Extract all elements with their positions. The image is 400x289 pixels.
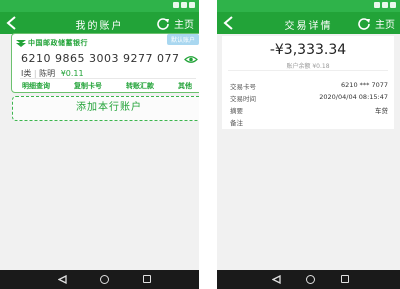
nav-home-icon[interactable] — [306, 275, 315, 284]
detail-row-time: 交易时间 2020/04/04 08:15:47 — [230, 93, 388, 103]
add-account-button[interactable]: 添加本行账户 — [12, 96, 199, 121]
refresh-icon[interactable] — [357, 16, 371, 30]
bank-card[interactable]: 中国邮政储蓄银行 默认账户 6210 9865 3003 9277 077 I类… — [11, 33, 199, 93]
detail-label: 交易时间 — [230, 95, 256, 103]
home-button[interactable]: 主页 — [156, 15, 194, 31]
status-bar — [0, 0, 199, 12]
app-header: 交易详情 主页 — [217, 12, 400, 34]
card-number: 6210 9865 3003 9277 077 — [21, 52, 180, 65]
detail-value: 车贷 — [375, 107, 388, 115]
detail-label: 摘要 — [230, 107, 243, 115]
nav-back-icon[interactable] — [272, 275, 281, 284]
detail-label: 备注 — [230, 119, 243, 127]
refresh-icon[interactable] — [156, 16, 170, 30]
account-holder: 陈明 — [39, 69, 56, 78]
nav-recent-icon[interactable] — [341, 275, 349, 283]
status-icons — [173, 2, 195, 10]
app-header: 我的账户 主页 — [0, 12, 199, 34]
detail-row-note: 备注 — [230, 117, 388, 127]
status-bar — [217, 0, 400, 12]
nav-bar — [217, 270, 400, 289]
detail-divider — [228, 70, 388, 71]
home-label: 主页 — [174, 19, 194, 31]
transaction-detail-screen: 交易详情 主页 -¥3,333.34 账户余额 ¥0.18 交易卡号 6210 … — [217, 0, 400, 289]
other-button[interactable]: 其他 — [178, 81, 192, 91]
copy-card-number-button[interactable]: 复制卡号 — [74, 81, 102, 91]
nav-recent-icon[interactable] — [143, 275, 151, 283]
my-accounts-screen: 我的账户 主页 中国邮政储蓄银行 默认账户 6210 9865 3003 927… — [0, 0, 199, 289]
home-button[interactable]: 主页 — [357, 15, 395, 31]
eye-icon[interactable] — [184, 55, 198, 64]
transaction-detail-card: -¥3,333.34 账户余额 ¥0.18 交易卡号 6210 *** 7077… — [222, 36, 394, 129]
detail-row-card: 交易卡号 6210 *** 7077 — [230, 81, 388, 91]
account-balance: ¥0.11 — [60, 69, 84, 78]
detail-row-summary: 摘要 车贷 — [230, 105, 388, 115]
nav-back-icon[interactable] — [58, 275, 67, 284]
transfer-button[interactable]: 转账汇款 — [126, 81, 154, 91]
card-divider — [20, 78, 196, 79]
nav-home-icon[interactable] — [100, 275, 109, 284]
nav-bar — [0, 270, 199, 289]
card-actions: 明细查询 复制卡号 转账汇款 其他 — [22, 81, 192, 91]
detail-value: 2020/04/04 08:15:47 — [319, 93, 388, 101]
status-icons — [374, 2, 396, 10]
account-balance-line: 账户余额 ¥0.18 — [286, 63, 330, 70]
detail-value: 6210 *** 7077 — [341, 81, 388, 89]
home-label: 主页 — [375, 19, 395, 31]
account-type: I类 — [21, 69, 32, 78]
detail-label: 交易卡号 — [230, 83, 256, 91]
bank-name: 中国邮政储蓄银行 — [28, 38, 88, 47]
bank-logo-icon — [16, 40, 26, 47]
default-account-badge: 默认账户 — [166, 34, 199, 45]
detail-query-button[interactable]: 明细查询 — [22, 81, 50, 91]
transaction-amount: -¥3,333.34 — [269, 42, 347, 58]
